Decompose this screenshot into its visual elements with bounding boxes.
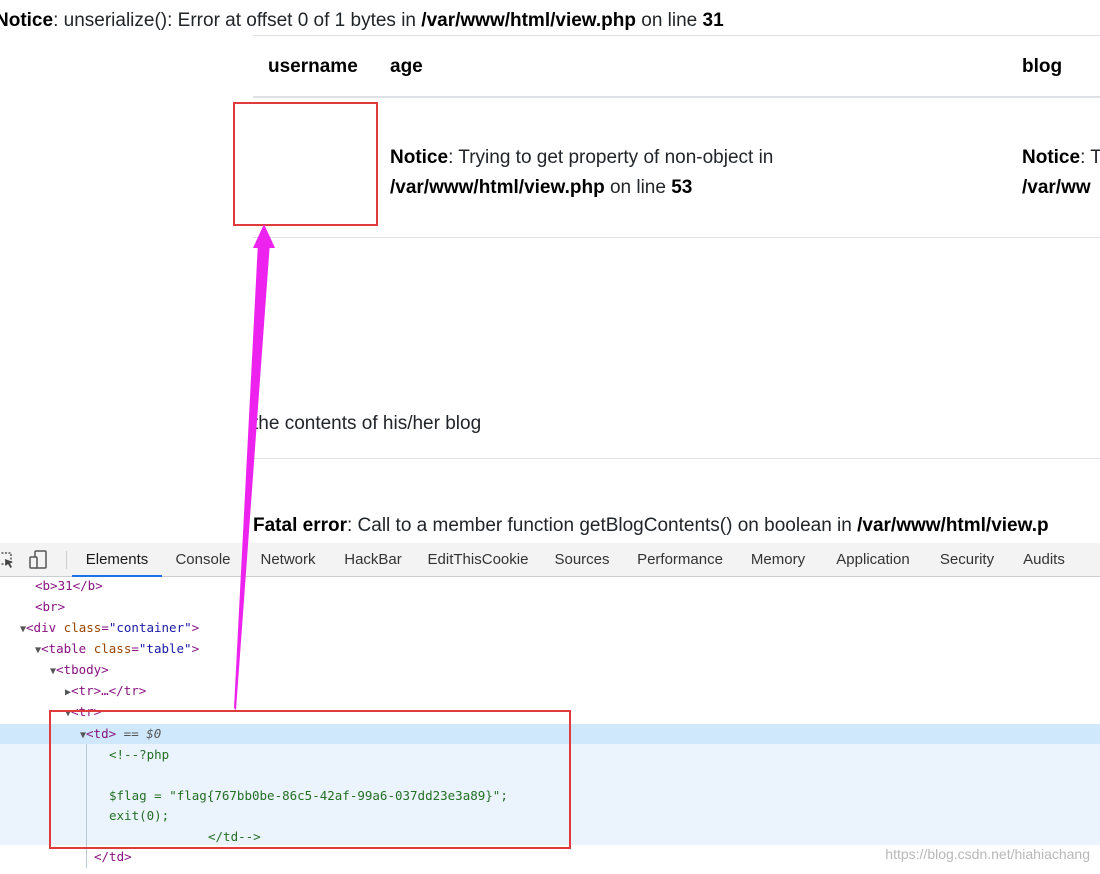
watermark-text: https://blog.csdn.net/hiahiachang (885, 846, 1090, 862)
annotation-arrow-icon (234, 224, 275, 710)
